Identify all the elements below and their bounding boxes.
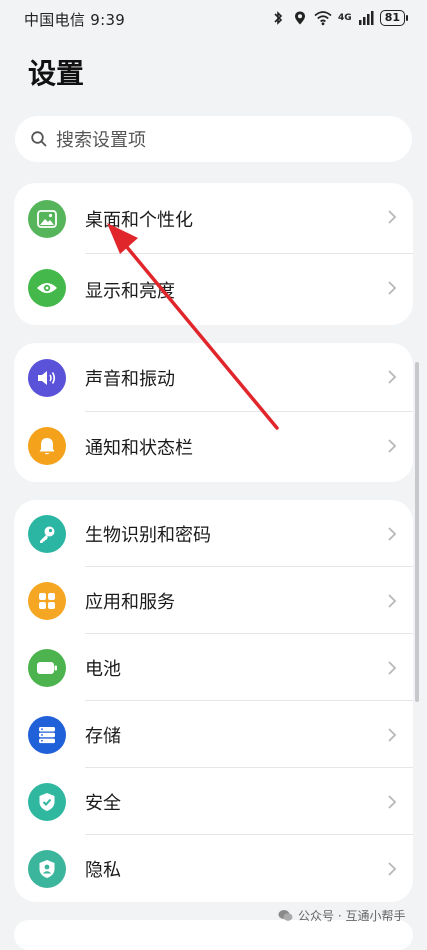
storage-icon bbox=[28, 716, 66, 754]
chevron-right-icon bbox=[388, 370, 397, 384]
carrier-time: 中国电信 9:39 bbox=[24, 11, 126, 29]
setting-item-apps-services[interactable]: 应用和服务 bbox=[14, 567, 413, 634]
chevron-right-icon bbox=[388, 594, 397, 608]
settings-group-display: 桌面和个性化 显示和亮度 bbox=[14, 183, 413, 325]
chevron-right-icon bbox=[388, 795, 397, 809]
location-icon bbox=[295, 11, 306, 25]
page-title: 设置 bbox=[28, 57, 85, 90]
shield-check-icon bbox=[28, 783, 66, 821]
setting-label: 生物识别和密码 bbox=[85, 524, 211, 546]
status-icons: 4G 81 bbox=[270, 8, 409, 28]
setting-label: 声音和振动 bbox=[85, 368, 175, 390]
wifi-icon bbox=[314, 11, 332, 26]
setting-item-security[interactable]: 安全 bbox=[14, 768, 413, 835]
setting-label: 存储 bbox=[85, 725, 121, 747]
search-icon bbox=[31, 131, 47, 147]
bluetooth-icon bbox=[274, 11, 283, 25]
setting-item-sound-vibration[interactable]: 声音和振动 bbox=[14, 343, 413, 412]
battery-icon bbox=[28, 649, 66, 687]
apps-icon bbox=[28, 582, 66, 620]
chevron-right-icon bbox=[388, 728, 397, 742]
chevron-right-icon bbox=[388, 862, 397, 876]
setting-label: 桌面和个性化 bbox=[85, 209, 193, 231]
setting-label: 隐私 bbox=[85, 859, 121, 881]
chevron-right-icon bbox=[388, 661, 397, 675]
setting-item-display-brightness[interactable]: 显示和亮度 bbox=[14, 254, 413, 325]
key-icon bbox=[28, 515, 66, 553]
chevron-right-icon bbox=[388, 210, 397, 224]
speaker-icon bbox=[28, 359, 66, 397]
setting-label: 电池 bbox=[85, 658, 121, 680]
watermark-text: 公众号 · 互通小帮手 bbox=[298, 909, 406, 923]
wechat-icon bbox=[278, 910, 293, 921]
settings-group-sound: 声音和振动 通知和状态栏 bbox=[14, 343, 413, 482]
setting-item-biometrics-password[interactable]: 生物识别和密码 bbox=[14, 500, 413, 567]
scrollbar[interactable] bbox=[415, 362, 419, 702]
setting-item-notifications-statusbar[interactable]: 通知和状态栏 bbox=[14, 412, 413, 482]
setting-item-privacy[interactable]: 隐私 bbox=[14, 835, 413, 902]
bell-icon bbox=[28, 427, 66, 465]
eye-icon bbox=[28, 269, 66, 307]
chevron-right-icon bbox=[388, 439, 397, 453]
settings-group-system: 生物识别和密码 应用和服务 电池 存储 安全 隐私 bbox=[14, 500, 413, 902]
search-input[interactable]: 搜索设置项 bbox=[15, 116, 412, 162]
wallpaper-icon bbox=[28, 200, 66, 238]
setting-label: 显示和亮度 bbox=[85, 280, 175, 302]
search-placeholder: 搜索设置项 bbox=[56, 130, 146, 151]
battery-icon: 81 bbox=[379, 10, 409, 26]
setting-item-battery[interactable]: 电池 bbox=[14, 634, 413, 701]
signal-icon bbox=[358, 11, 374, 25]
status-bar: 中国电信 9:39 4G 81 bbox=[0, 0, 427, 36]
chevron-right-icon bbox=[388, 527, 397, 541]
setting-item-desktop-personalization[interactable]: 桌面和个性化 bbox=[14, 183, 413, 254]
setting-item-storage[interactable]: 存储 bbox=[14, 701, 413, 768]
privacy-icon bbox=[28, 850, 66, 888]
setting-label: 应用和服务 bbox=[85, 591, 175, 613]
settings-group-next bbox=[14, 920, 413, 950]
network-type: 4G bbox=[338, 12, 352, 23]
chevron-right-icon bbox=[388, 281, 397, 295]
setting-label: 通知和状态栏 bbox=[85, 438, 193, 459]
setting-label: 安全 bbox=[85, 792, 121, 814]
watermark: 公众号 · 互通小帮手 bbox=[278, 907, 405, 924]
